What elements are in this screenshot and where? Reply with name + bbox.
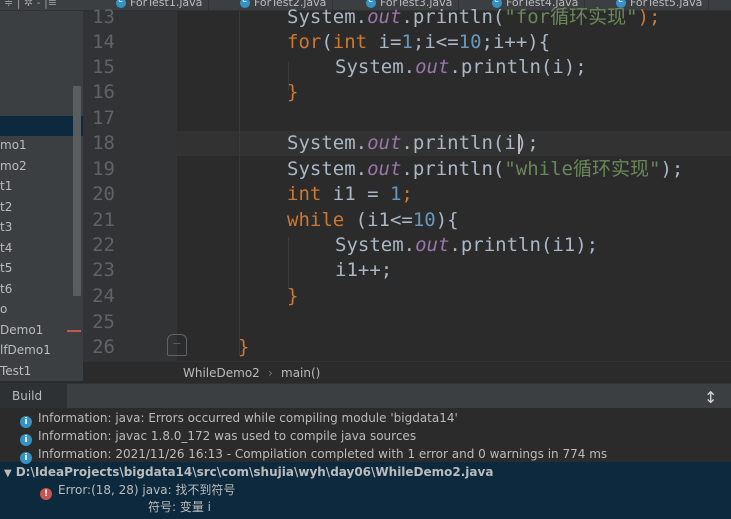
build-file-node[interactable]: ▼ D:\IdeaProjects\bigdata14\src\com\shuji… (4, 463, 493, 481)
build-message[interactable]: i Information: javac 1.8.0_172 was used t… (20, 427, 416, 446)
tree-item[interactable]: t4 (0, 238, 12, 258)
code-line-21: while (i1<=10){ (287, 209, 459, 231)
build-message[interactable]: i Information: 2021/11/26 16:13 - Compila… (20, 445, 607, 464)
line-number: 25 (92, 311, 115, 333)
code-line-19: System.out.println("while循环实现"); (287, 158, 684, 180)
line-number: 18 (92, 132, 115, 154)
java-class-icon (240, 0, 250, 8)
line-number: 16 (92, 81, 115, 103)
code-line-20: int i1 = 1; (287, 183, 413, 205)
line-number: 24 (92, 285, 115, 307)
line-number: 26 (92, 336, 115, 358)
sidebar-scrollbar[interactable] (73, 86, 81, 296)
code-line-14: for(int i=1;i<=10;i++){ (287, 31, 551, 53)
build-error[interactable]: ! Error:(18, 28) java: 找不到符号 (40, 481, 235, 500)
java-class-icon (116, 0, 126, 8)
code-line-26: } (238, 336, 250, 358)
code-line-15: System.out.println(i); (335, 56, 587, 78)
build-error-detail: 符号: 变量 i (148, 500, 212, 514)
breadcrumb-separator-icon: › (268, 366, 273, 380)
tree-item[interactable]: t5 (0, 258, 12, 278)
text-caret (518, 134, 520, 154)
code-line-23: i1++; (335, 259, 393, 281)
line-number: 19 (92, 158, 115, 180)
breadcrumb-method[interactable]: main() (281, 366, 320, 380)
indent-guide (288, 237, 289, 289)
breadcrumb: WhileDemo2 › main() (83, 361, 731, 384)
tree-item[interactable]: t6 (0, 279, 12, 299)
tree-item[interactable]: t3 (0, 217, 12, 237)
tree-item[interactable]: t1 (0, 176, 12, 196)
project-sidebar: mo1 mo2 t1 t2 t3 t4 t5 t6 o Demo1 lfDemo… (0, 11, 83, 381)
error-marker (67, 330, 81, 332)
build-panel-header: Build ↕ (0, 383, 731, 409)
resize-icon[interactable]: ↕ (704, 388, 717, 407)
line-number: 21 (92, 209, 115, 231)
code-line-22: System.out.println(i1); (335, 234, 599, 256)
line-number: 22 (92, 234, 115, 256)
line-number: 14 (92, 31, 115, 53)
line-number: 15 (92, 56, 115, 78)
tree-item[interactable]: lfDemo1 (0, 340, 51, 360)
selected-tree-row[interactable] (0, 116, 83, 136)
error-icon: ! (40, 488, 52, 500)
tree-item[interactable]: o (0, 299, 7, 319)
line-number: 23 (92, 259, 115, 281)
line-number: 17 (92, 107, 115, 129)
code-line-13: System.out.println("for循环实现"); (287, 6, 661, 28)
tab-fortest1[interactable]: ForTest1.java (112, 0, 210, 10)
line-number: 20 (92, 183, 115, 205)
line-number: 13 (92, 6, 115, 28)
code-line-18: System.out.println(i); (287, 132, 539, 154)
fold-icon[interactable]: − (167, 334, 187, 356)
breadcrumb-class[interactable]: WhileDemo2 (183, 366, 260, 380)
build-tab[interactable]: Build (0, 384, 67, 409)
tree-item[interactable]: t2 (0, 197, 12, 217)
code-line-24: } (287, 285, 299, 307)
toolbar-icons[interactable]: ≑ | ✲ - |≡ (4, 0, 57, 9)
tree-item[interactable]: mo1 (0, 135, 27, 155)
build-message[interactable]: i Information: java: Errors occurred whil… (20, 409, 458, 428)
tree-item[interactable]: mo2 (0, 156, 27, 176)
code-line-16: } (287, 81, 299, 103)
tree-item[interactable]: Demo1 (0, 320, 43, 340)
indent-guide (239, 11, 240, 356)
tree-item[interactable]: Test1 (0, 361, 31, 381)
expand-arrow-icon[interactable]: ▼ (4, 465, 12, 483)
